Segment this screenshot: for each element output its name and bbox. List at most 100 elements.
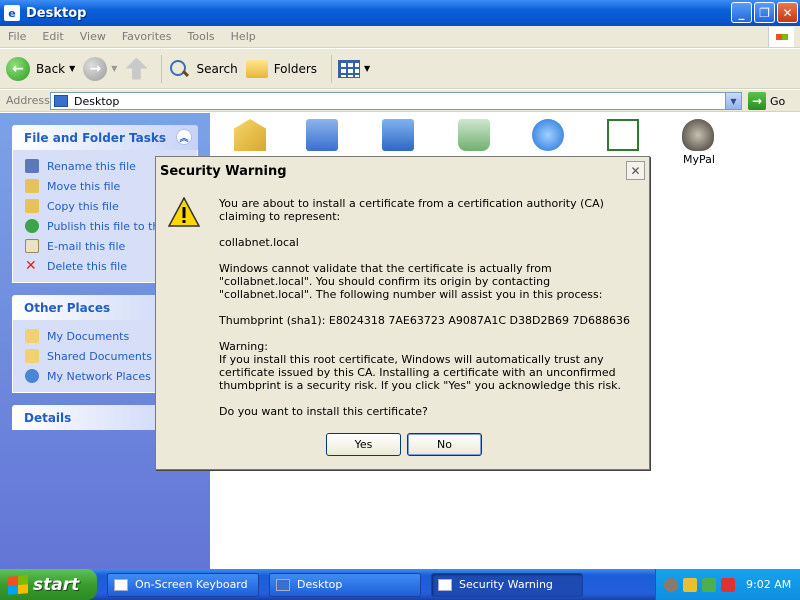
publish-globe-icon: [25, 219, 39, 233]
place-label: My Network Places: [47, 369, 151, 383]
dialog-message: You are about to install a certificate f…: [219, 197, 639, 431]
dialog-validate-text: Windows cannot validate that the certifi…: [219, 262, 603, 301]
dialog-thumbprint: Thumbprint (sha1): E8024318 7AE63723 A90…: [219, 314, 630, 327]
task-label: Security Warning: [459, 578, 553, 591]
panel-title: Other Places: [24, 300, 111, 315]
envelope-icon[interactable]: [234, 119, 266, 151]
menu-view[interactable]: View: [72, 30, 114, 43]
go-button[interactable]: → Go: [748, 92, 785, 110]
forward-arrow-icon: →: [83, 56, 108, 81]
menu-favorites[interactable]: Favorites: [114, 30, 180, 43]
back-dropdown-icon[interactable]: ▼: [69, 64, 75, 73]
dialog-question: Do you want to install this certificate?: [219, 405, 428, 418]
go-arrow-icon: →: [748, 92, 766, 110]
back-arrow-icon: ←: [6, 56, 30, 81]
task-label: Rename this file: [47, 159, 136, 173]
back-button[interactable]: ← Back ▼: [6, 56, 75, 81]
computer-icon[interactable]: [306, 119, 338, 151]
recycle-bin-icon[interactable]: [458, 119, 490, 151]
address-input[interactable]: Desktop ▼: [50, 92, 742, 110]
up-folder-icon: [125, 57, 148, 80]
warning-triangle-icon: [168, 197, 200, 227]
task-label: Desktop: [297, 578, 343, 591]
certificate-icon[interactable]: [607, 119, 639, 151]
search-icon: [168, 58, 190, 80]
documents-folder-icon: [25, 329, 39, 343]
dialog-warning-text: Warning: If you install this root certif…: [219, 340, 622, 392]
menu-file[interactable]: File: [0, 30, 34, 43]
mypal-tray-icon[interactable]: [664, 577, 678, 592]
folders-icon: [245, 59, 268, 78]
taskbar-item-desktop[interactable]: Desktop: [269, 572, 421, 597]
rename-icon: [25, 159, 39, 173]
task-label: Delete this file: [47, 259, 127, 273]
forward-button[interactable]: → ▼: [83, 56, 117, 81]
mypal-raccoon-icon[interactable]: [682, 119, 714, 151]
views-button[interactable]: ▼: [338, 59, 371, 78]
security-warning-dialog: Security Warning ✕ You are about to inst…: [155, 156, 650, 470]
toolbar: ← Back ▼ → ▼ Search Folders ▼: [0, 49, 800, 89]
menu-bar: File Edit View Favorites Tools Help: [0, 26, 800, 48]
network-tray-icon[interactable]: [702, 577, 716, 592]
mypal-label[interactable]: MyPal: [683, 153, 715, 166]
explorer-icon: e: [4, 5, 20, 21]
network-computer-icon[interactable]: [382, 119, 414, 151]
alert-shield-icon[interactable]: [721, 577, 735, 592]
folders-button[interactable]: Folders: [245, 59, 318, 78]
task-label: On-Screen Keyboard: [135, 578, 248, 591]
menu-help[interactable]: Help: [223, 30, 264, 43]
restore-button[interactable]: ❐: [754, 2, 775, 23]
clock[interactable]: 9:02 AM: [746, 578, 791, 591]
panel-title: File and Folder Tasks: [24, 130, 167, 145]
address-label: Address: [6, 94, 50, 107]
toolbar-separator: [331, 54, 333, 83]
delete-x-icon: ✕: [25, 258, 37, 274]
search-button[interactable]: Search: [168, 58, 238, 80]
dialog-intro-text: You are about to install a certificate f…: [219, 197, 604, 223]
address-dropdown-icon[interactable]: ▼: [725, 93, 741, 109]
dialog-window-icon: [438, 578, 452, 591]
dialog-ca-name: collabnet.local: [219, 236, 299, 249]
window-titlebar[interactable]: e Desktop _ ❐ ✕: [0, 0, 800, 26]
dialog-titlebar[interactable]: Security Warning: [156, 157, 649, 185]
desktop-icon: [54, 95, 68, 107]
views-icon: [338, 59, 361, 78]
dialog-close-button[interactable]: ✕: [626, 161, 645, 180]
task-label: Move this file: [47, 179, 121, 193]
address-value: Desktop: [74, 94, 120, 108]
dialog-title: Security Warning: [160, 163, 287, 179]
copy-icon: [25, 199, 39, 213]
forward-dropdown-icon[interactable]: ▼: [111, 64, 117, 73]
place-label: My Documents: [47, 329, 130, 343]
internet-explorer-icon[interactable]: [532, 119, 564, 151]
yes-button[interactable]: Yes: [326, 433, 401, 456]
network-places-icon: [25, 369, 39, 383]
collapse-chevron-icon[interactable]: ︽: [176, 129, 192, 145]
menu-edit[interactable]: Edit: [34, 30, 71, 43]
shared-folder-icon: [25, 349, 39, 363]
panel-title: Details: [24, 410, 72, 425]
security-shield-icon[interactable]: [683, 577, 697, 592]
email-icon: [25, 239, 39, 253]
close-button[interactable]: ✕: [777, 2, 798, 23]
taskbar-item-security-warning[interactable]: Security Warning: [431, 572, 583, 597]
task-label: E-mail this file: [47, 239, 126, 253]
task-label: Copy this file: [47, 199, 119, 213]
folders-label: Folders: [273, 61, 318, 76]
start-label: start: [33, 574, 80, 595]
taskbar-item-keyboard[interactable]: On-Screen Keyboard: [107, 572, 259, 597]
start-button[interactable]: start: [0, 569, 97, 600]
up-button[interactable]: [125, 57, 148, 80]
go-label: Go: [770, 94, 786, 108]
search-label: Search: [196, 61, 238, 76]
keyboard-icon: [114, 578, 128, 591]
move-icon: [25, 179, 39, 193]
taskbar: start On-Screen Keyboard Desktop Securit…: [0, 569, 800, 600]
views-dropdown-icon: ▼: [364, 64, 371, 73]
toolbar-separator: [161, 54, 163, 83]
no-button[interactable]: No: [407, 433, 482, 456]
file-folder-tasks-header[interactable]: File and Folder Tasks ︽: [12, 125, 198, 150]
windows-flag-icon: [8, 574, 28, 595]
minimize-button[interactable]: _: [731, 2, 752, 23]
menu-tools[interactable]: Tools: [180, 30, 223, 43]
